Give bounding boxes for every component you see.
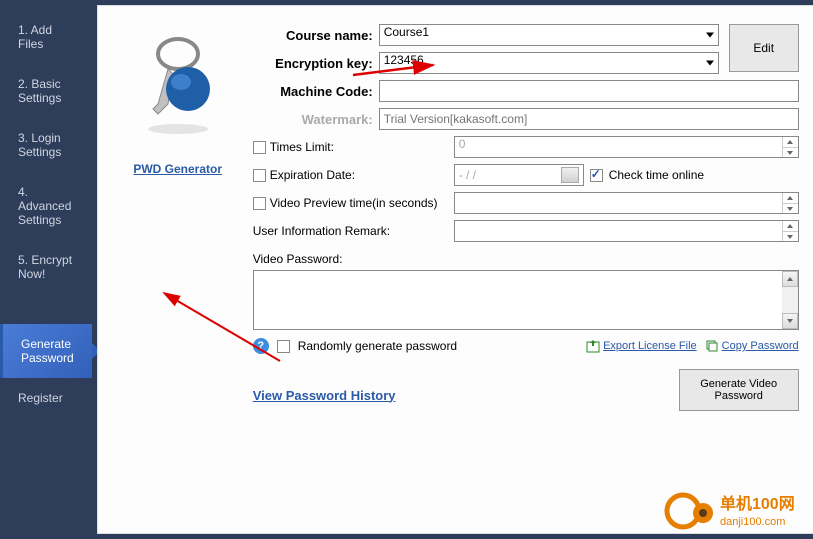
spinner-down-icon[interactable] bbox=[782, 203, 798, 213]
video-preview-label: Video Preview time(in seconds) bbox=[270, 196, 438, 210]
scroll-up-icon[interactable] bbox=[782, 271, 798, 287]
machine-code-input[interactable] bbox=[379, 80, 799, 102]
expiration-date-input[interactable]: - / / bbox=[454, 164, 584, 186]
machine-code-label: Machine Code: bbox=[253, 84, 373, 99]
svg-text:单机100网: 单机100网 bbox=[720, 494, 795, 513]
video-password-textarea[interactable] bbox=[253, 270, 799, 330]
check-time-checkbox[interactable] bbox=[590, 169, 603, 182]
chevron-down-icon bbox=[706, 33, 714, 38]
video-preview-checkbox[interactable] bbox=[253, 197, 266, 210]
sidebar-item-advanced-settings[interactable]: 4. Advanced Settings bbox=[0, 172, 92, 240]
watermark-input bbox=[379, 108, 799, 130]
video-preview-input[interactable] bbox=[454, 192, 799, 214]
spinner-up-icon[interactable] bbox=[782, 137, 798, 147]
times-limit-label: Times Limit: bbox=[270, 140, 334, 154]
watermark-label: Watermark: bbox=[253, 112, 373, 127]
sidebar: 1. Add Files 2. Basic Settings 3. Login … bbox=[0, 0, 92, 539]
times-limit-input[interactable]: 0 bbox=[454, 136, 799, 158]
encryption-key-select[interactable]: 123456 bbox=[379, 52, 719, 74]
chevron-down-icon bbox=[706, 61, 714, 66]
keys-icon bbox=[133, 34, 223, 134]
randomly-generate-label: Randomly generate password bbox=[298, 339, 457, 353]
expiration-date-label: Expiration Date: bbox=[270, 168, 355, 182]
check-time-label: Check time online bbox=[609, 168, 704, 182]
sidebar-item-login-settings[interactable]: 3. Login Settings bbox=[0, 118, 92, 172]
encryption-key-label: Encryption key: bbox=[253, 56, 373, 71]
sidebar-item-basic-settings[interactable]: 2. Basic Settings bbox=[0, 64, 92, 118]
expiration-date-checkbox[interactable] bbox=[253, 169, 266, 182]
generate-video-password-button[interactable]: Generate Video Password bbox=[679, 369, 799, 411]
help-icon[interactable]: ? bbox=[253, 338, 269, 354]
user-info-label: User Information Remark: bbox=[253, 224, 448, 238]
scroll-down-icon[interactable] bbox=[782, 313, 798, 329]
spinner-up-icon[interactable] bbox=[782, 193, 798, 203]
course-name-select[interactable]: Course1 bbox=[379, 24, 719, 46]
sidebar-item-register[interactable]: Register bbox=[0, 378, 92, 418]
brand-watermark: 单机100网 danji100.com bbox=[658, 481, 808, 534]
spinner-down-icon[interactable] bbox=[782, 231, 798, 241]
edit-button[interactable]: Edit bbox=[729, 24, 799, 72]
copy-password-link[interactable]: Copy Password bbox=[705, 339, 799, 353]
calendar-button-icon[interactable] bbox=[561, 167, 579, 183]
sidebar-item-encrypt-now[interactable]: 5. Encrypt Now! bbox=[0, 240, 92, 294]
scrollbar[interactable] bbox=[782, 271, 798, 329]
randomly-generate-checkbox[interactable] bbox=[277, 340, 290, 353]
svg-text:danji100.com: danji100.com bbox=[720, 516, 785, 528]
pwd-generator-link[interactable]: PWD Generator bbox=[123, 162, 233, 176]
sidebar-item-generate-password[interactable]: Generate Password bbox=[0, 324, 92, 378]
export-icon bbox=[586, 339, 600, 353]
main-panel: PWD Generator Course name: Course1 bbox=[97, 5, 813, 534]
sidebar-item-add-files[interactable]: 1. Add Files bbox=[0, 10, 92, 64]
course-name-label: Course name: bbox=[253, 28, 373, 43]
video-password-label: Video Password: bbox=[253, 252, 799, 266]
times-limit-checkbox[interactable] bbox=[253, 141, 266, 154]
user-info-input[interactable] bbox=[454, 220, 799, 242]
spinner-down-icon[interactable] bbox=[782, 147, 798, 157]
spinner-up-icon[interactable] bbox=[782, 221, 798, 231]
export-license-link[interactable]: Export License File bbox=[586, 339, 697, 353]
view-password-history-link[interactable]: View Password History bbox=[253, 388, 396, 403]
copy-icon bbox=[705, 339, 719, 353]
